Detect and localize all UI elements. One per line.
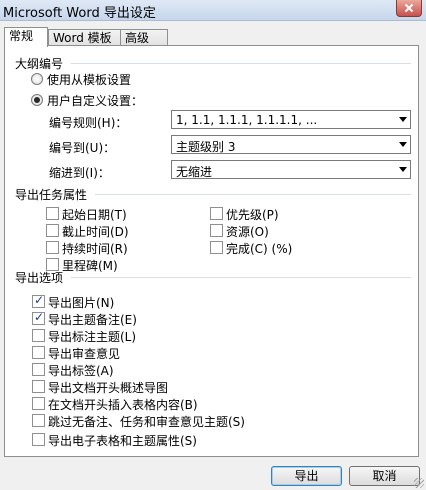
start-date-label: 起始日期(T) — [62, 208, 127, 222]
checkbox-export-review-comments[interactable] — [32, 346, 45, 359]
tab-general[interactable]: 常规 — [4, 27, 48, 47]
export-options-group-label: 导出选项 — [15, 271, 64, 285]
numbering-rule-select[interactable]: 1, 1.1, 1.1.1, 1.1.1.1, ... — [171, 110, 411, 129]
checkbox-export-images[interactable] — [32, 293, 45, 308]
indent-to-label: 缩进到(I)： — [49, 166, 110, 180]
checkbox-export-overview-map[interactable] — [32, 380, 45, 393]
title-bar: Microsoft Word 导出设定 — [0, 0, 426, 21]
close-icon[interactable] — [396, 0, 422, 17]
general-panel: 大纲编号 使用从模板设置 用户自定义设置： 编号规则(H)： 1, 1.1, 1… — [4, 45, 419, 457]
chevron-down-icon — [399, 117, 407, 122]
complete-label: 完成(C) (%) — [226, 242, 293, 256]
skip-empty-topics-label: 跳过无备注、任务和审查意见主题(S) — [48, 415, 245, 429]
export-spreadsheets-label: 导出电子表格和主题属性(S) — [48, 434, 197, 448]
outline-group-label: 大纲编号 — [15, 57, 64, 71]
task-props-group-label: 导出任务属性 — [15, 188, 88, 202]
deadline-label: 截止时间(D) — [62, 225, 129, 239]
export-tags-label: 导出标签(A) — [48, 364, 114, 378]
checkbox-duration[interactable] — [46, 241, 59, 254]
cancel-button[interactable]: 取消 — [349, 466, 420, 486]
export-callout-topics-label: 导出标注主题(L) — [48, 330, 137, 344]
resource-label: 资源(O) — [226, 225, 269, 239]
numbering-rule-label: 编号规则(H)： — [49, 116, 128, 130]
checkbox-insert-toc[interactable] — [32, 397, 45, 410]
numbering-rule-value: 1, 1.1, 1.1.1, 1.1.1.1, ... — [176, 113, 318, 127]
export-review-comments-label: 导出审查意见 — [48, 347, 121, 361]
export-images-label: 导出图片(N) — [48, 296, 115, 310]
checkbox-resource[interactable] — [210, 224, 223, 237]
export-topic-notes-label: 导出主题备注(E) — [48, 313, 137, 327]
radio-use-template-label: 使用从模板设置 — [47, 73, 132, 87]
indent-to-select[interactable]: 无缩进 — [171, 160, 411, 179]
checkbox-skip-empty-topics[interactable] — [32, 414, 45, 427]
checkbox-export-callout-topics[interactable] — [32, 329, 45, 342]
duration-label: 持续时间(R) — [62, 242, 128, 256]
radio-custom[interactable] — [31, 94, 43, 106]
checkbox-start-date[interactable] — [46, 207, 59, 220]
checkbox-deadline[interactable] — [46, 224, 59, 237]
radio-use-template[interactable] — [31, 73, 43, 85]
tab-word-template[interactable]: Word 模板 — [48, 29, 124, 46]
checkbox-export-tags[interactable] — [32, 363, 45, 376]
export-options-group-divider — [71, 277, 411, 278]
radio-custom-label: 用户自定义设置： — [47, 94, 144, 108]
number-to-label: 编号到(U)： — [49, 141, 116, 155]
checkbox-priority[interactable] — [210, 207, 223, 220]
checkbox-export-spreadsheets[interactable] — [32, 433, 45, 446]
checkbox-export-topic-notes[interactable] — [32, 310, 45, 325]
milestone-label: 里程碑(M) — [62, 259, 118, 273]
number-to-select[interactable]: 主题级别 3 — [171, 135, 411, 154]
chevron-down-icon — [399, 167, 407, 172]
task-props-group-divider — [95, 194, 411, 195]
checkbox-complete[interactable] — [210, 241, 223, 254]
insert-toc-label: 在文档开头插入表格内容(B) — [48, 398, 198, 412]
window-title: Microsoft Word 导出设定 — [3, 6, 156, 21]
tab-advanced[interactable]: 高级 — [120, 29, 168, 46]
resize-grip-icon[interactable] — [414, 478, 424, 488]
number-to-value: 主题级别 3 — [176, 140, 236, 154]
export-overview-map-label: 导出文档开头概述导图 — [48, 381, 169, 395]
outline-group-divider — [71, 63, 411, 64]
priority-label: 优先级(P) — [226, 208, 279, 222]
chevron-down-icon — [399, 142, 407, 147]
export-button[interactable]: 导出 — [271, 466, 342, 486]
indent-to-value: 无缩进 — [176, 165, 213, 179]
